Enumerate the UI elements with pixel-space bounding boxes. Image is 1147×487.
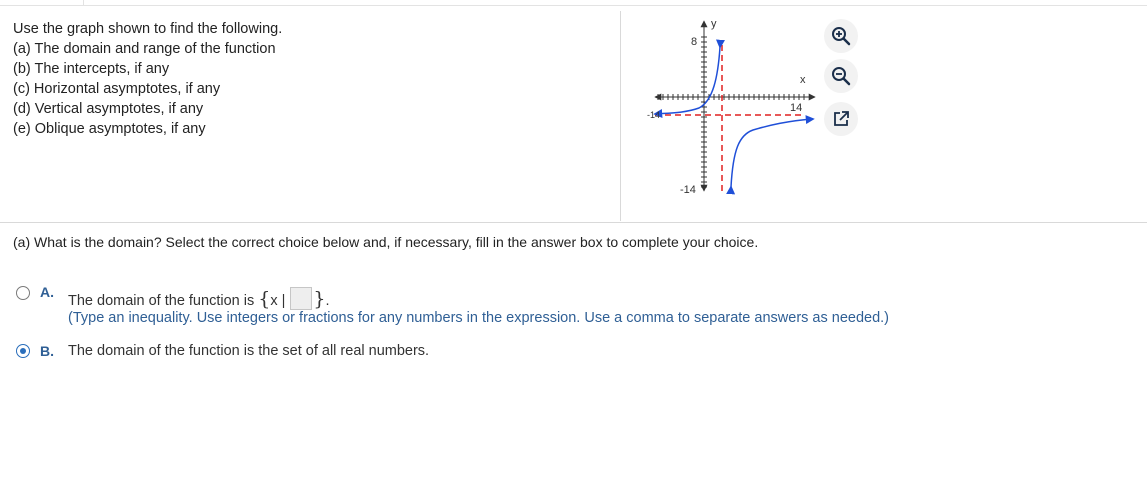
instruction-line: (d) Vertical asymptotes, if any xyxy=(13,101,204,117)
popout-button[interactable] xyxy=(824,102,858,136)
section-divider xyxy=(0,222,1147,223)
set-variable: x | xyxy=(270,293,286,309)
choice-b-radio[interactable] xyxy=(16,344,30,358)
popout-icon xyxy=(834,111,849,126)
set-close-brace: } xyxy=(313,288,326,310)
choice-b-letter: B. xyxy=(40,343,54,359)
y-min-tick-label: -14 xyxy=(680,184,696,196)
instruction-line: Use the graph shown to find the followin… xyxy=(13,21,283,37)
curve-right-branch xyxy=(726,115,815,195)
instruction-line: (b) The intercepts, if any xyxy=(13,61,170,77)
curve-left-branch xyxy=(653,39,725,119)
choice-a-radio[interactable] xyxy=(16,286,30,300)
function-graph[interactable]: y x 8 -14 14 -14 xyxy=(645,15,820,200)
choice-a-prefix: The domain of the function is xyxy=(68,293,255,309)
top-border xyxy=(0,0,1147,6)
instruction-line: (a) The domain and range of the function xyxy=(13,41,276,57)
zoom-out-button[interactable] xyxy=(824,59,858,93)
y-axis-label: y xyxy=(711,18,717,30)
set-open-brace: { xyxy=(258,288,271,310)
question-text: (a) What is the domain? Select the corre… xyxy=(13,234,759,250)
x-min-tick-label: -14 xyxy=(647,110,660,120)
choice-a[interactable]: A. The domain of the function is {x | }.… xyxy=(16,284,1016,334)
choice-a-hint: (Type an inequality. Use integers or fra… xyxy=(68,310,890,326)
set-end: . xyxy=(325,293,330,309)
zoom-out-icon xyxy=(832,67,851,86)
zoom-in-icon xyxy=(832,27,851,46)
instruction-line: (c) Horizontal asymptotes, if any xyxy=(13,81,221,97)
y-max-tick-label: 8 xyxy=(691,36,697,48)
choice-a-text: The domain of the function is {x | }. xyxy=(68,287,330,310)
instruction-line: (e) Oblique asymptotes, if any xyxy=(13,121,206,137)
zoom-in-button[interactable] xyxy=(824,19,858,53)
domain-answer-box[interactable] xyxy=(290,287,313,310)
choice-b[interactable]: B. The domain of the function is the set… xyxy=(16,342,616,362)
choice-a-letter: A. xyxy=(40,284,54,300)
instructions: Use the graph shown to find the followin… xyxy=(13,19,282,139)
choice-b-text: The domain of the function is the set of… xyxy=(68,343,430,359)
x-axis-label: x xyxy=(800,74,806,86)
x-max-tick-label: 14 xyxy=(790,102,802,114)
panel-divider xyxy=(620,11,621,221)
